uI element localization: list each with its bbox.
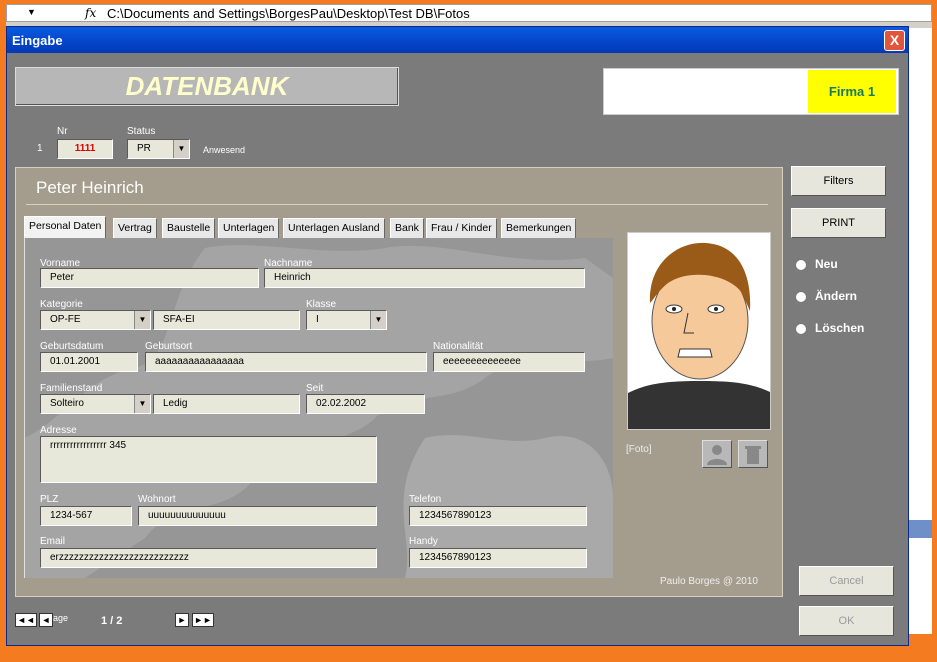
print-button[interactable]: PRINT	[791, 208, 886, 238]
tab-unterlagen[interactable]: Unterlagen	[218, 218, 280, 238]
combo-arrow-icon[interactable]: ▼	[134, 311, 150, 329]
radio-neu[interactable]	[795, 259, 807, 271]
klasse-combo[interactable]: I ▼	[306, 310, 387, 330]
geburtsort-label: Geburtsort	[145, 341, 193, 352]
filters-button[interactable]: Filters	[791, 166, 886, 196]
close-button[interactable]: X	[884, 30, 905, 51]
email-label: Email	[40, 536, 66, 547]
email-field[interactable]: erzzzzzzzzzzzzzzzzzzzzzzzzzz	[40, 548, 377, 568]
nr-field[interactable]: 1111	[57, 139, 113, 159]
plz-label: PLZ	[40, 494, 59, 505]
prev-record-button[interactable]: ◄	[39, 613, 53, 627]
formula-dropdown-icon[interactable]: ▼	[27, 7, 36, 17]
kategorie-extra-field[interactable]: SFA-EI	[153, 310, 300, 330]
geburtsdatum-label: Geburtsdatum	[40, 341, 104, 352]
wohnort-label: Wohnort	[138, 494, 176, 505]
divider	[26, 204, 768, 205]
title-bar: Eingabe X	[7, 27, 908, 53]
wohnort-field[interactable]: uuuuuuuuuuuuuu	[138, 506, 377, 526]
employee-photo	[627, 232, 771, 430]
formula-bar: ▼ fx C:\Documents and Settings\BorgesPau…	[6, 4, 932, 22]
telefon-field[interactable]: 1234567890123	[409, 506, 587, 526]
delete-photo-icon	[745, 446, 761, 464]
tab-unterlagen-ausland[interactable]: Unterlagen Ausland	[283, 218, 385, 238]
delete-photo-button[interactable]	[738, 440, 768, 468]
firma-box: Firma 1	[603, 68, 899, 115]
radio-aendern-label: Ändern	[815, 289, 857, 303]
combo-arrow-icon[interactable]: ▼	[173, 140, 189, 158]
kategorie-label: Kategorie	[40, 299, 83, 310]
status-text: Anwesend	[203, 145, 246, 155]
next-record-button[interactable]: ►	[175, 613, 189, 627]
nationalitaet-field[interactable]: eeeeeeeeeeeeee	[433, 352, 585, 372]
vorname-field[interactable]: Peter	[40, 268, 259, 288]
eingabe-dialog: Eingabe X DATENBANK Firma 1 1 Nr 1111 St…	[6, 26, 909, 646]
familienstand-value: Solteiro	[50, 398, 84, 409]
row-index: 1	[37, 143, 43, 154]
firma-label: Firma 1	[808, 70, 896, 113]
nationalitaet-label: Nationalität	[433, 341, 484, 352]
add-photo-icon	[707, 445, 727, 465]
cancel-button[interactable]: Cancel	[799, 566, 894, 596]
sheet-background	[908, 28, 932, 634]
tab-content: Vorname Peter Nachname Heinrich Kategori…	[24, 238, 613, 578]
tab-bank[interactable]: Bank	[390, 218, 424, 238]
app-header: DATENBANK	[15, 67, 399, 106]
adresse-label: Adresse	[40, 425, 77, 436]
employee-name: Peter Heinrich	[36, 178, 144, 197]
page-number: 1 / 2	[101, 615, 123, 627]
status-label: Status	[127, 126, 156, 137]
formula-path[interactable]: C:\Documents and Settings\BorgesPau\Desk…	[107, 6, 470, 21]
app-title: DATENBANK	[125, 71, 289, 101]
seit-label: Seit	[306, 383, 324, 394]
first-record-button[interactable]: ◄◄	[15, 613, 37, 627]
familienstand-combo[interactable]: Solteiro ▼	[40, 394, 151, 414]
familienstand-extra-field[interactable]: Ledig	[153, 394, 300, 414]
radio-aendern[interactable]	[795, 291, 807, 303]
page-label: age	[53, 613, 69, 623]
credit-text: Paulo Borges @ 2010	[660, 576, 758, 587]
geburtsort-field[interactable]: aaaaaaaaaaaaaaaa	[145, 352, 427, 372]
adresse-field[interactable]: rrrrrrrrrrrrrrrrr 345	[40, 436, 377, 483]
photo-label: [Foto]	[626, 444, 652, 455]
combo-arrow-icon[interactable]: ▼	[370, 311, 386, 329]
employee-panel: Peter Heinrich Personal Daten Vertrag Ba…	[15, 167, 783, 597]
status-value: PR	[137, 143, 151, 154]
kategorie-combo[interactable]: OP-FE ▼	[40, 310, 151, 330]
ok-button[interactable]: OK	[799, 606, 894, 636]
nr-label: Nr	[57, 126, 68, 137]
familienstand-label: Familienstand	[40, 383, 103, 394]
kategorie-value: OP-FE	[50, 314, 81, 325]
tab-baustelle[interactable]: Baustelle	[162, 218, 216, 238]
tab-vertrag[interactable]: Vertrag	[113, 218, 157, 238]
handy-field[interactable]: 1234567890123	[409, 548, 587, 568]
tab-frau-kinder[interactable]: Frau / Kinder	[426, 218, 497, 238]
klasse-value: I	[316, 314, 319, 325]
handy-label: Handy	[409, 536, 438, 547]
seit-field[interactable]: 02.02.2002	[306, 394, 425, 414]
status-combo[interactable]: PR ▼	[127, 139, 190, 159]
radio-loeschen[interactable]	[795, 323, 807, 335]
add-photo-button[interactable]	[702, 440, 732, 468]
radio-neu-label: Neu	[815, 257, 838, 271]
tab-personal-daten[interactable]: Personal Daten	[24, 216, 107, 239]
close-icon: X	[889, 32, 900, 48]
last-record-button[interactable]: ►►	[192, 613, 214, 627]
fx-icon: fx	[85, 6, 97, 20]
geburtsdatum-field[interactable]: 01.01.2001	[40, 352, 138, 372]
combo-arrow-icon[interactable]: ▼	[134, 395, 150, 413]
klasse-label: Klasse	[306, 299, 337, 310]
nachname-field[interactable]: Heinrich	[264, 268, 585, 288]
window-title: Eingabe	[12, 33, 63, 48]
telefon-label: Telefon	[409, 494, 442, 505]
radio-loeschen-label: Löschen	[815, 321, 865, 335]
avatar	[628, 233, 770, 429]
tab-bemerkungen[interactable]: Bemerkungen	[501, 218, 577, 238]
plz-field[interactable]: 1234-567	[40, 506, 132, 526]
